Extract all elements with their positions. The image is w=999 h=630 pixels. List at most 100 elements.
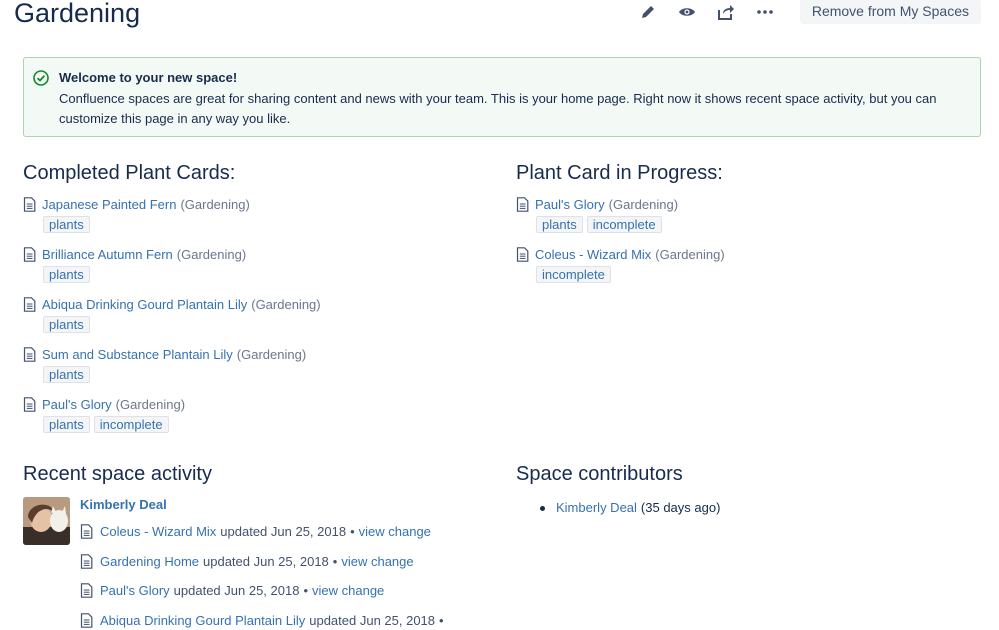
card-link[interactable]: Brilliance Autumn Fern (42, 247, 173, 262)
view-change-link[interactable]: view change (341, 554, 413, 569)
remove-from-my-spaces-button[interactable]: Remove from My Spaces (799, 0, 981, 24)
activity-page-link[interactable]: Abiqua Drinking Gourd Plantain Lily (100, 613, 305, 628)
contributor-when: (35 days ago) (640, 500, 721, 515)
label-chip[interactable]: plants (43, 366, 90, 383)
card-line: Japanese Painted Fern (Gardening) (23, 196, 503, 213)
page-icon (23, 197, 36, 212)
contributor-name-link[interactable]: Kimberly Deal (556, 500, 637, 515)
activity-row: Paul's Glory updated Jun 25, 2018 • view ch… (80, 582, 448, 599)
card-line: Abiqua Drinking Gourd Plantain Lily (Gard… (23, 296, 503, 313)
more-icon[interactable] (755, 2, 775, 22)
card-labels: plants (43, 316, 503, 333)
page-icon (516, 197, 529, 212)
activity-list: Coleus - Wizard Mix updated Jun 25, 2018 •… (80, 523, 448, 630)
view-change-link[interactable]: view change (359, 524, 431, 539)
label-chip[interactable]: plants (43, 416, 90, 433)
check-circle-icon (33, 70, 49, 86)
page-icon (516, 247, 529, 262)
contributor-item: Kimberly Deal (35 days ago) (540, 500, 721, 515)
avatar[interactable] (23, 497, 70, 545)
label-chip[interactable]: plants (43, 316, 90, 333)
page-icon (23, 297, 36, 312)
in-progress-card-list: Paul's Glory (Gardening) plants incomplete C… (516, 196, 986, 283)
activity-page-link[interactable]: Paul's Glory (100, 583, 170, 598)
bullet (540, 506, 545, 511)
completed-heading: Completed Plant Cards: (23, 162, 236, 184)
activity-page-link[interactable]: Gardening Home (100, 554, 199, 569)
card-labels: incomplete (536, 266, 986, 283)
card-line: Paul's Glory (Gardening) (516, 196, 986, 213)
card-link[interactable]: Coleus - Wizard Mix (535, 247, 651, 262)
card-labels: plants (43, 266, 503, 283)
card-line: Brilliance Autumn Fern (Gardening) (23, 246, 503, 263)
page-icon (23, 247, 36, 262)
welcome-body: Confluence spaces are great for sharing … (59, 91, 937, 126)
activity-user-name[interactable]: Kimberly Deal (80, 497, 167, 512)
space-contributors-heading: Space contributors (516, 463, 683, 485)
label-chip[interactable]: incomplete (586, 216, 662, 233)
card-link[interactable]: Paul's Glory (42, 397, 112, 412)
in-progress-section: Plant Card in Progress: Paul's Glory (Gar… (516, 162, 986, 296)
activity-row: Coleus - Wizard Mix updated Jun 25, 2018 •… (80, 523, 448, 540)
activity-separator: • (303, 583, 309, 598)
activity-row: Abiqua Drinking Gourd Plantain Lily updat… (80, 612, 448, 629)
activity-separator: • (439, 612, 444, 628)
label-chip[interactable]: incomplete (536, 266, 611, 283)
card-link[interactable]: Abiqua Drinking Gourd Plantain Lily (42, 297, 247, 312)
card-link[interactable]: Japanese Painted Fern (42, 197, 176, 212)
list-item: Brilliance Autumn Fern (Gardening) plants (23, 246, 503, 283)
view-change-link[interactable]: view change (312, 583, 384, 598)
label-chip[interactable]: plants (43, 266, 90, 283)
card-space-name: (Gardening) (176, 247, 247, 262)
list-item: Paul's Glory (Gardening) plants incomplete (516, 196, 986, 233)
activity-update-text: updated Jun 25, 2018 (309, 612, 436, 628)
card-labels: plants (43, 366, 503, 383)
recent-activity-heading: Recent space activity (23, 463, 212, 485)
completed-card-list: Japanese Painted Fern (Gardening) plants Br… (23, 196, 503, 433)
in-progress-heading: Plant Card in Progress: (516, 162, 723, 184)
page-title: Gardening (14, 0, 141, 28)
page-icon (23, 397, 36, 412)
card-space-name: (Gardening) (608, 197, 679, 212)
card-labels: plants (43, 216, 503, 233)
list-item: Paul's Glory (Gardening) plants incomplete (23, 396, 503, 433)
label-chip[interactable]: plants (43, 216, 90, 233)
eye-icon[interactable] (677, 2, 697, 22)
completed-plant-cards-section: Completed Plant Cards: Japanese Painted … (23, 162, 503, 446)
activity-row: Gardening Home updated Jun 25, 2018 • view … (80, 553, 448, 570)
activity-update-text: updated Jun 25, 2018 (203, 553, 329, 569)
page-toolbar: Remove from My Spaces (619, 0, 981, 24)
pencil-icon[interactable] (638, 2, 658, 22)
card-line: Paul's Glory (Gardening) (23, 396, 503, 413)
activity-update-text: updated Jun 25, 2018 (173, 583, 300, 598)
label-chip[interactable]: incomplete (93, 416, 169, 433)
welcome-title: Welcome to your new space! (59, 70, 238, 85)
card-space-name: (Gardening) (236, 347, 307, 362)
activity-separator: • (332, 553, 338, 569)
page-icon (80, 583, 93, 598)
list-item: Sum and Substance Plantain Lily (Gardenin… (23, 346, 503, 383)
welcome-message-panel: Welcome to your new space! Confluence sp… (23, 57, 981, 137)
list-item: Japanese Painted Fern (Gardening) plants (23, 196, 503, 233)
page-icon (23, 347, 36, 362)
card-space-name: (Gardening) (655, 247, 725, 262)
activity-page-link[interactable]: Coleus - Wizard Mix (100, 524, 216, 539)
page-icon (80, 612, 93, 628)
list-item: Abiqua Drinking Gourd Plantain Lily (Gard… (23, 296, 503, 333)
share-icon[interactable] (716, 2, 736, 22)
page-icon (80, 524, 93, 539)
card-space-name: (Gardening) (115, 397, 186, 412)
label-chip[interactable]: plants (536, 216, 583, 233)
page-icon (80, 553, 93, 569)
card-space-name: (Gardening) (180, 197, 250, 212)
card-labels: plants incomplete (43, 416, 503, 433)
card-link[interactable]: Paul's Glory (535, 197, 605, 212)
card-line: Coleus - Wizard Mix (Gardening) (516, 246, 986, 263)
activity-separator: • (350, 524, 355, 539)
list-item: Coleus - Wizard Mix (Gardening) incomplete (516, 246, 986, 283)
contributors-list: Kimberly Deal (35 days ago) (540, 500, 721, 515)
card-link[interactable]: Sum and Substance Plantain Lily (42, 347, 233, 362)
activity-update-text: updated Jun 25, 2018 (220, 524, 347, 539)
card-space-name: (Gardening) (251, 297, 321, 312)
card-labels: plants incomplete (536, 216, 986, 233)
